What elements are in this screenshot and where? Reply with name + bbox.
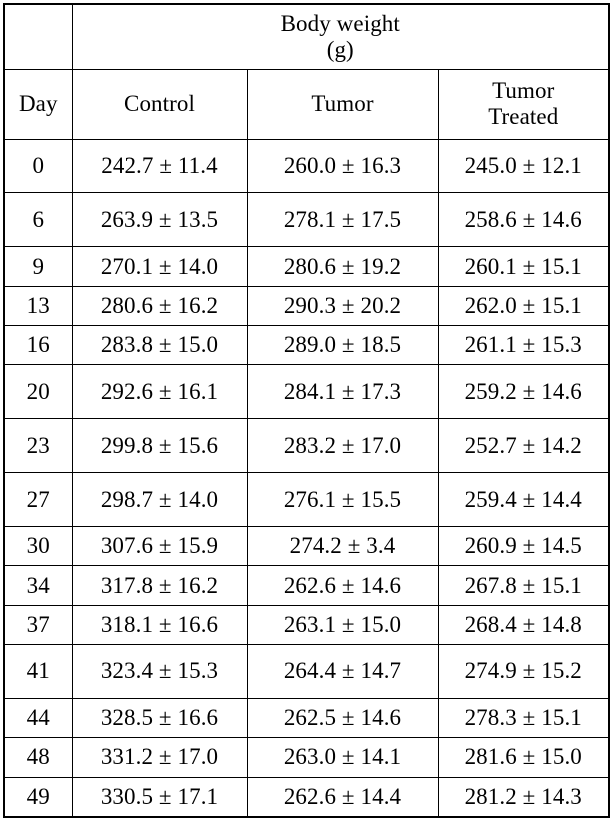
table-row: 6 263.9 ± 13.5 278.1 ± 17.5 258.6 ± 14.6 — [3, 192, 610, 248]
cell-tumor: 262.6 ± 14.6 — [246, 565, 439, 606]
cell-control: 331.2 ± 17.0 — [71, 737, 248, 778]
cell-day: 37 — [3, 604, 73, 645]
cell-tumor: 262.6 ± 14.4 — [246, 776, 439, 818]
table-row: 27 298.7 ± 14.0 276.1 ± 15.5 259.4 ± 14.4 — [3, 472, 610, 528]
table-row: 37 318.1 ± 16.6 263.1 ± 15.0 268.4 ± 14.8 — [3, 604, 610, 645]
cell-control: 299.8 ± 15.6 — [71, 418, 248, 474]
cell-control: 242.7 ± 11.4 — [71, 138, 248, 194]
header-col-tumor: Tumor — [246, 68, 439, 140]
header-corner-cell — [3, 3, 73, 70]
cell-day: 0 — [3, 138, 73, 194]
cell-control: 292.6 ± 16.1 — [71, 364, 248, 420]
table-row: 30 307.6 ± 15.9 274.2 ± 3.4 260.9 ± 14.5 — [3, 526, 610, 567]
table-header: Body weight (g) Day Control Tumor Tumor … — [3, 3, 610, 140]
cell-tumor-treated: 245.0 ± 12.1 — [437, 138, 610, 194]
header-col-tumor-treated-line1: Tumor — [492, 78, 555, 104]
table-row: 34 317.8 ± 16.2 262.6 ± 14.6 267.8 ± 15.1 — [3, 565, 610, 606]
header-col-tumor-label: Tumor — [311, 91, 374, 116]
table-row: 23 299.8 ± 15.6 283.2 ± 17.0 252.7 ± 14.2 — [3, 418, 610, 474]
cell-control: 270.1 ± 14.0 — [71, 246, 248, 287]
header-col-tumor-treated-line2: Treated — [488, 104, 559, 129]
cell-control: 330.5 ± 17.1 — [71, 776, 248, 818]
cell-day: 16 — [3, 324, 73, 366]
cell-tumor-treated: 262.0 ± 15.1 — [437, 285, 610, 326]
cell-tumor: 276.1 ± 15.5 — [246, 472, 439, 528]
body-weight-table: Body weight (g) Day Control Tumor Tumor … — [3, 3, 610, 818]
cell-control: 318.1 ± 16.6 — [71, 604, 248, 645]
cell-control: 323.4 ± 15.3 — [71, 643, 248, 699]
cell-tumor-treated: 260.1 ± 15.1 — [437, 246, 610, 287]
cell-tumor: 280.6 ± 19.2 — [246, 246, 439, 287]
table-row: 48 331.2 ± 17.0 263.0 ± 14.1 281.6 ± 15.0 — [3, 737, 610, 778]
cell-day: 13 — [3, 285, 73, 326]
table-header-group-row: Body weight (g) — [3, 3, 610, 70]
cell-tumor-treated: 260.9 ± 14.5 — [437, 526, 610, 567]
cell-day: 20 — [3, 364, 73, 420]
cell-day: 27 — [3, 472, 73, 528]
table-row: 41 323.4 ± 15.3 264.4 ± 14.7 274.9 ± 15.2 — [3, 643, 610, 699]
table-row: 9 270.1 ± 14.0 280.6 ± 19.2 260.1 ± 15.1 — [3, 246, 610, 287]
cell-tumor-treated: 259.2 ± 14.6 — [437, 364, 610, 420]
cell-tumor: 263.0 ± 14.1 — [246, 737, 439, 778]
table-row: 0 242.7 ± 11.4 260.0 ± 16.3 245.0 ± 12.1 — [3, 138, 610, 194]
cell-day: 34 — [3, 565, 73, 606]
cell-tumor-treated: 258.6 ± 14.6 — [437, 192, 610, 248]
cell-tumor: 264.4 ± 14.7 — [246, 643, 439, 699]
header-body-weight-line2: (g) — [326, 36, 354, 62]
cell-control: 307.6 ± 15.9 — [71, 526, 248, 567]
header-body-weight-line1: Body weight — [280, 10, 400, 36]
body-weight-table-container: Body weight (g) Day Control Tumor Tumor … — [3, 3, 610, 818]
cell-control: 280.6 ± 16.2 — [71, 285, 248, 326]
cell-control: 317.8 ± 16.2 — [71, 565, 248, 606]
cell-tumor-treated: 281.6 ± 15.0 — [437, 737, 610, 778]
header-col-day: Day — [3, 68, 73, 140]
table-row: 16 283.8 ± 15.0 289.0 ± 18.5 261.1 ± 15.3 — [3, 324, 610, 366]
cell-day: 48 — [3, 737, 73, 778]
header-col-control-label: Control — [124, 91, 195, 116]
table-body: 0 242.7 ± 11.4 260.0 ± 16.3 245.0 ± 12.1 6 26… — [3, 138, 610, 818]
cell-tumor: 260.0 ± 16.3 — [246, 138, 439, 194]
cell-day: 23 — [3, 418, 73, 474]
cell-tumor: 284.1 ± 17.3 — [246, 364, 439, 420]
cell-day: 44 — [3, 697, 73, 739]
cell-tumor-treated: 267.8 ± 15.1 — [437, 565, 610, 606]
cell-tumor: 290.3 ± 20.2 — [246, 285, 439, 326]
cell-control: 328.5 ± 16.6 — [71, 697, 248, 739]
cell-tumor: 274.2 ± 3.4 — [246, 526, 439, 567]
table-header-sub-row: Day Control Tumor Tumor Treated — [3, 68, 610, 140]
cell-control: 283.8 ± 15.0 — [71, 324, 248, 366]
table-row: 44 328.5 ± 16.6 262.5 ± 14.6 278.3 ± 15.1 — [3, 697, 610, 739]
cell-day: 30 — [3, 526, 73, 567]
cell-tumor-treated: 268.4 ± 14.8 — [437, 604, 610, 645]
cell-tumor: 289.0 ± 18.5 — [246, 324, 439, 366]
header-col-tumor-treated: Tumor Treated — [437, 68, 610, 140]
cell-tumor: 283.2 ± 17.0 — [246, 418, 439, 474]
cell-tumor-treated: 274.9 ± 15.2 — [437, 643, 610, 699]
header-col-control: Control — [71, 68, 248, 140]
cell-day: 49 — [3, 776, 73, 818]
cell-tumor-treated: 278.3 ± 15.1 — [437, 697, 610, 739]
header-body-weight-group: Body weight (g) — [71, 3, 610, 70]
cell-tumor: 278.1 ± 17.5 — [246, 192, 439, 248]
table-row: 13 280.6 ± 16.2 290.3 ± 20.2 262.0 ± 15.1 — [3, 285, 610, 326]
cell-day: 9 — [3, 246, 73, 287]
cell-tumor-treated: 281.2 ± 14.3 — [437, 776, 610, 818]
cell-tumor: 262.5 ± 14.6 — [246, 697, 439, 739]
table-row: 20 292.6 ± 16.1 284.1 ± 17.3 259.2 ± 14.6 — [3, 364, 610, 420]
cell-control: 298.7 ± 14.0 — [71, 472, 248, 528]
header-col-day-label: Day — [18, 91, 58, 116]
cell-day: 41 — [3, 643, 73, 699]
table-row: 49 330.5 ± 17.1 262.6 ± 14.4 281.2 ± 14.3 — [3, 776, 610, 818]
cell-tumor-treated: 259.4 ± 14.4 — [437, 472, 610, 528]
cell-tumor-treated: 261.1 ± 15.3 — [437, 324, 610, 366]
cell-tumor-treated: 252.7 ± 14.2 — [437, 418, 610, 474]
cell-day: 6 — [3, 192, 73, 248]
cell-control: 263.9 ± 13.5 — [71, 192, 248, 248]
cell-tumor: 263.1 ± 15.0 — [246, 604, 439, 645]
